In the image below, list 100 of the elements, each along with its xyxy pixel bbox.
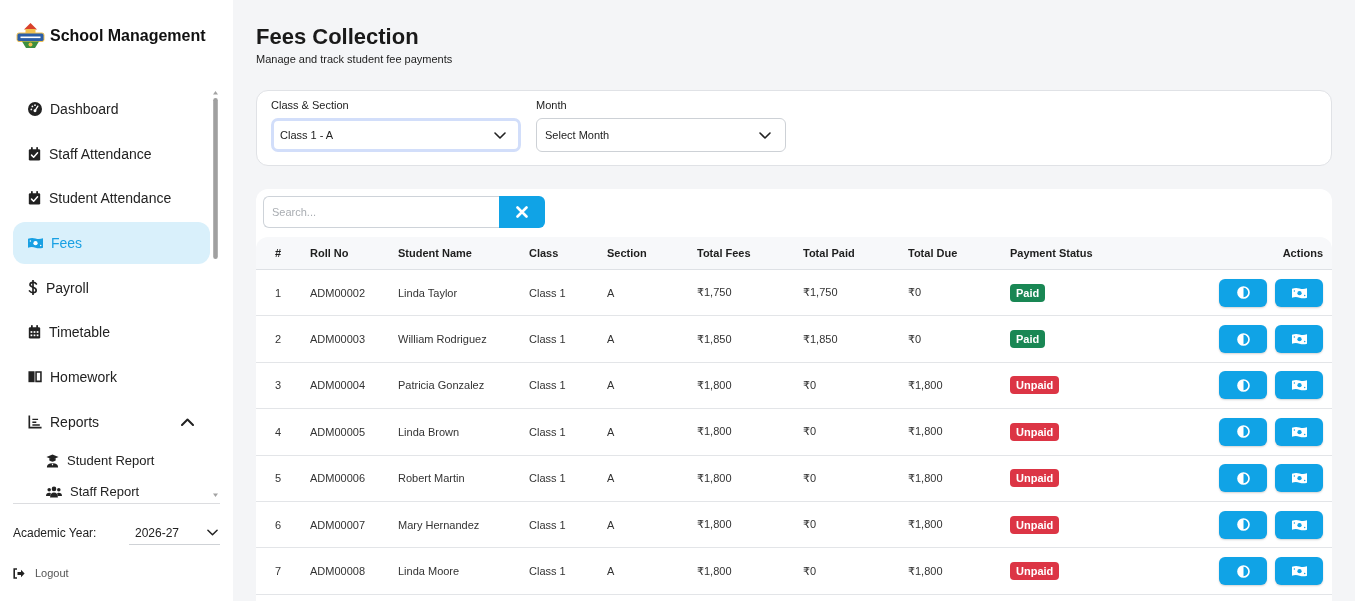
banknote-icon xyxy=(1291,379,1307,392)
banknote-icon xyxy=(28,236,43,249)
calendar-check-icon xyxy=(28,191,41,206)
action-button[interactable] xyxy=(1275,464,1323,493)
filter-select[interactable]: Select Month xyxy=(536,118,786,152)
half-circle-icon xyxy=(1236,518,1250,532)
table-cell: ₹1,750 xyxy=(687,270,793,317)
column-header: Student Name xyxy=(388,237,519,270)
academic-year-select[interactable]: 2026-27 xyxy=(129,521,220,545)
logout-icon xyxy=(13,567,25,579)
banknote-icon xyxy=(1291,333,1307,346)
table-cell: ₹0 xyxy=(793,409,898,456)
half-circle-icon xyxy=(1236,286,1250,300)
nav-item[interactable]: Student Attendance xyxy=(13,177,210,220)
graduate-icon xyxy=(46,453,59,468)
action-button[interactable] xyxy=(1219,371,1267,400)
column-header: Actions xyxy=(1150,237,1332,270)
table-cell: A xyxy=(597,409,687,456)
table-cell: ₹1,800 xyxy=(898,409,1000,456)
column-header: Total Fees xyxy=(687,237,793,270)
clear-button[interactable] xyxy=(499,196,545,228)
users-icon xyxy=(46,485,62,498)
action-button[interactable] xyxy=(1219,417,1267,446)
table-cell: ₹1,800 xyxy=(898,362,1000,410)
banknote-icon xyxy=(1291,425,1307,438)
half-circle-icon xyxy=(1236,425,1250,439)
table-cell: ₹0 xyxy=(793,455,898,502)
action-button[interactable] xyxy=(1275,278,1323,307)
action-button[interactable] xyxy=(1275,417,1323,446)
nav-item[interactable]: Dashboard xyxy=(13,88,210,130)
search-field[interactable]: Search... xyxy=(263,196,499,228)
logout-link[interactable]: Logout xyxy=(13,562,69,584)
action-button[interactable] xyxy=(1275,371,1323,400)
column-header: Section xyxy=(597,237,687,270)
table-cell: ₹0 xyxy=(898,270,1000,317)
table-cell: William Rodriguez xyxy=(388,316,519,363)
calendar-icon xyxy=(28,325,41,340)
table-cell: Patricia Gonzalez xyxy=(388,362,519,410)
banknote-icon xyxy=(1291,518,1307,531)
chevron-down-icon xyxy=(759,131,771,139)
column-header: Total Due xyxy=(898,237,1000,270)
table-cell: A xyxy=(597,548,687,595)
school-logo-icon xyxy=(16,22,45,49)
table-cell: ₹1,800 xyxy=(687,409,793,456)
action-button[interactable] xyxy=(1219,278,1267,307)
table-cell: 6 xyxy=(256,501,300,549)
table-cell: Robert Martin xyxy=(388,455,519,502)
action-button[interactable] xyxy=(1219,464,1267,493)
table-cell: 1 xyxy=(256,270,300,317)
table-cell: Class 1 xyxy=(519,270,597,317)
action-button[interactable] xyxy=(1275,325,1323,354)
table-cell: Class 1 xyxy=(519,362,597,410)
table-cell: A xyxy=(597,362,687,410)
table-cell: A xyxy=(597,316,687,363)
nav-item[interactable]: Payroll xyxy=(13,266,210,309)
nav-item[interactable]: Staff Attendance xyxy=(13,132,210,175)
nav-item[interactable]: Homework xyxy=(13,355,210,398)
half-circle-icon xyxy=(1236,564,1250,578)
action-button[interactable] xyxy=(1219,510,1267,539)
status-badge: Unpaid xyxy=(1010,562,1060,581)
action-button[interactable] xyxy=(1275,557,1323,586)
nav-subitem[interactable]: Staff Report xyxy=(13,476,210,503)
filter-label: Month xyxy=(536,99,568,112)
status-badge: Paid xyxy=(1010,330,1046,349)
column-header: Payment Status xyxy=(1000,237,1150,270)
column-header: Total Paid xyxy=(793,237,898,270)
gauge-icon xyxy=(28,102,42,116)
calendar-check-icon xyxy=(28,146,41,161)
table-cell: Mary Hernandez xyxy=(388,501,519,549)
table-cell: ADM00007 xyxy=(300,501,388,549)
status-badge: Unpaid xyxy=(1010,376,1060,395)
table-cell: ₹1,800 xyxy=(687,548,793,595)
table-cell: Class 1 xyxy=(519,501,597,549)
table-cell: ₹1,800 xyxy=(898,548,1000,595)
table-cell: ₹0 xyxy=(898,316,1000,363)
table-cell: 3 xyxy=(256,362,300,410)
action-button[interactable] xyxy=(1275,510,1323,539)
table-cell: 7 xyxy=(256,548,300,595)
table-cell: Class 1 xyxy=(519,316,597,363)
nav-item[interactable]: Timetable xyxy=(13,311,210,354)
action-button[interactable] xyxy=(1219,557,1267,586)
table-cell: ₹1,800 xyxy=(898,501,1000,549)
table-cell: A xyxy=(597,501,687,549)
table-cell: Class 1 xyxy=(519,409,597,456)
table-cell: Class 1 xyxy=(519,548,597,595)
nav-item[interactable]: Reports xyxy=(13,400,210,443)
half-circle-icon xyxy=(1236,471,1250,485)
table-cell: ₹1,800 xyxy=(687,501,793,549)
status-badge: Paid xyxy=(1010,283,1046,302)
column-header: # xyxy=(256,237,300,270)
app-title: School Management xyxy=(50,26,206,46)
table-cell: ADM00005 xyxy=(300,409,388,456)
chevron-down-icon xyxy=(494,131,506,139)
nav-subitem[interactable]: Student Report xyxy=(13,445,210,477)
table-cell: ADM00008 xyxy=(300,548,388,595)
table-cell: ₹1,850 xyxy=(793,316,898,363)
book-icon xyxy=(28,370,42,384)
filter-select[interactable]: Class 1 - A xyxy=(271,118,521,152)
action-button[interactable] xyxy=(1219,325,1267,354)
table-cell: A xyxy=(597,270,687,317)
